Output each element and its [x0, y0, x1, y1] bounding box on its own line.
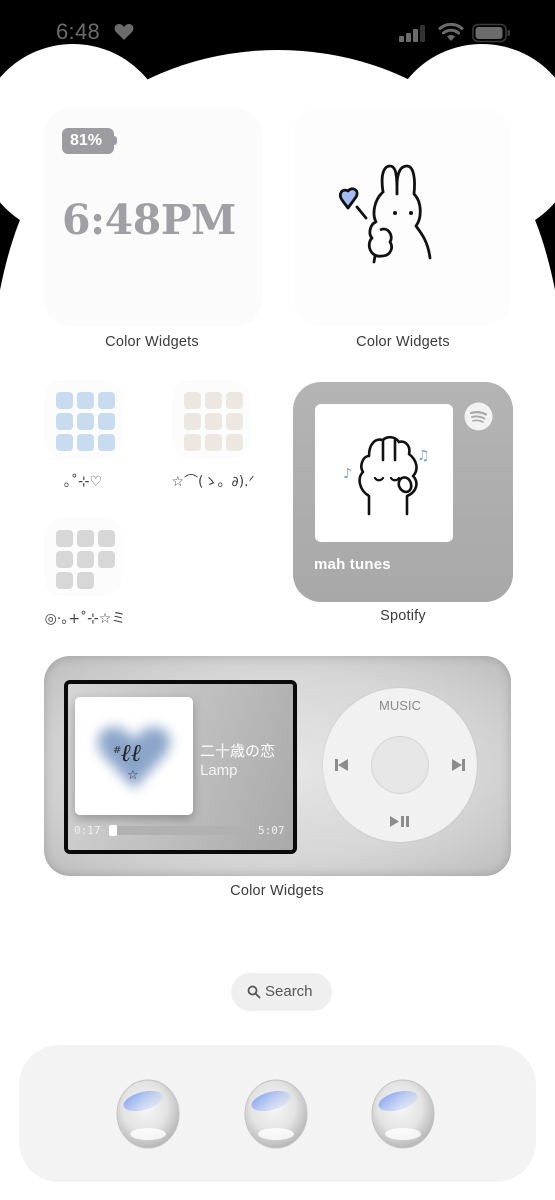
ipod-screen: # ℓℓ ☆ 二十歳の恋 Lamp 0:17 5:07 [64, 680, 297, 854]
heart-icon [114, 24, 134, 40]
song-title: 二十歳の恋 [200, 742, 276, 760]
grid-tile [226, 392, 243, 409]
wheel-menu-button[interactable]: MUSIC [323, 698, 477, 713]
elapsed-time: 0:17 [74, 824, 101, 837]
artist-name: Lamp [200, 762, 238, 779]
grid-tile [98, 392, 115, 409]
playlist-cover[interactable]: ♪ ♫ [315, 404, 453, 542]
playback-progress-fill [109, 825, 117, 836]
grid-tile [56, 551, 73, 568]
battery-percent-badge: 81% [62, 128, 114, 154]
ipod-widget-label: Color Widgets [230, 883, 324, 899]
app-label-gray: ◎·｡+˚⊹☆ミ [44, 611, 126, 627]
grid-tile [77, 551, 94, 568]
beige-grid-icon [184, 392, 243, 451]
grid-tile [205, 434, 222, 451]
clock-time: 6:48PM [62, 196, 236, 244]
wifi-icon [438, 22, 464, 41]
blue-grid-icon [56, 392, 115, 451]
grid-tile [56, 572, 73, 589]
app-icon-beige-grid[interactable] [172, 380, 250, 458]
svg-text:ℓℓ: ℓℓ [121, 738, 142, 767]
grid-tile [205, 413, 222, 430]
grid-tile [56, 434, 73, 451]
grid-tile [77, 392, 94, 409]
grid-tile [56, 413, 73, 430]
album-art: # ℓℓ ☆ [75, 697, 193, 815]
dock-app-3[interactable] [370, 1078, 436, 1150]
play-pause-icon[interactable] [389, 815, 411, 828]
status-bar: 6:48 [0, 0, 555, 60]
skip-forward-icon[interactable] [450, 758, 466, 772]
grid-tile [98, 530, 115, 547]
bunny-widget-label: Color Widgets [356, 334, 450, 350]
status-time: 6:48 [56, 19, 101, 44]
grid-tile [184, 392, 201, 409]
spotify-widget[interactable]: ♪ ♫ mah tunes [293, 382, 513, 602]
pearl-bubble-icon [116, 1079, 180, 1149]
spotify-widget-label: Spotify [380, 608, 426, 624]
app-label-beige: ☆⌒(ゝ。∂).ᐟ [171, 474, 255, 490]
clock-widget-label: Color Widgets [105, 334, 199, 350]
app-icon-gray-grid[interactable] [44, 518, 122, 596]
grid-tile [184, 413, 201, 430]
dock [19, 1045, 536, 1182]
grid-tile [77, 413, 94, 430]
battery-percent-text: 81% [69, 132, 103, 149]
gray-grid-icon [56, 530, 115, 589]
wheel-center-button[interactable] [371, 736, 429, 794]
grid-tile [77, 572, 94, 589]
bunny-listening-music-icon: ♪ ♫ [343, 435, 430, 516]
grid-tile [226, 434, 243, 451]
grid-tile [98, 434, 115, 451]
ipod-music-widget[interactable]: # ℓℓ ☆ 二十歳の恋 Lamp 0:17 5:07 MUSIC [44, 656, 511, 876]
spotify-icon [464, 402, 493, 431]
grid-tile [226, 413, 243, 430]
grid-tile [205, 392, 222, 409]
skip-back-icon[interactable] [334, 758, 350, 772]
battery-nub [113, 136, 117, 145]
click-wheel[interactable]: MUSIC [323, 688, 477, 842]
grid-tile [77, 530, 94, 547]
svg-text:♪: ♪ [343, 466, 352, 482]
cellular-signal-icon [399, 25, 425, 42]
spotlight-search-button[interactable]: Search [231, 973, 332, 1011]
playback-progress-bar[interactable] [109, 825, 251, 836]
search-icon [247, 985, 261, 999]
svg-text:♫: ♫ [417, 448, 430, 464]
grid-tile [184, 434, 201, 451]
grid-tile [98, 551, 115, 568]
search-label: Search [265, 983, 313, 1000]
playlist-title: mah tunes [314, 556, 391, 573]
dock-app-1[interactable] [115, 1078, 181, 1150]
bunny-with-heart-balloon-icon [339, 164, 432, 264]
grid-tile [98, 413, 115, 430]
blurry-heart-album-icon: # ℓℓ ☆ [98, 727, 170, 789]
app-icon-blue-grid[interactable] [44, 380, 122, 458]
track-duration: 5:07 [258, 824, 285, 837]
dock-app-2[interactable] [243, 1078, 309, 1150]
pearl-bubble-icon [371, 1079, 435, 1149]
app-label-blue: ｡˚⊹♡ [63, 474, 103, 490]
grid-tile [56, 392, 73, 409]
battery-icon [472, 23, 510, 43]
pearl-bubble-icon [244, 1079, 308, 1149]
grid-tile [56, 530, 73, 547]
grid-tile [77, 434, 94, 451]
svg-text:☆: ☆ [127, 768, 139, 783]
